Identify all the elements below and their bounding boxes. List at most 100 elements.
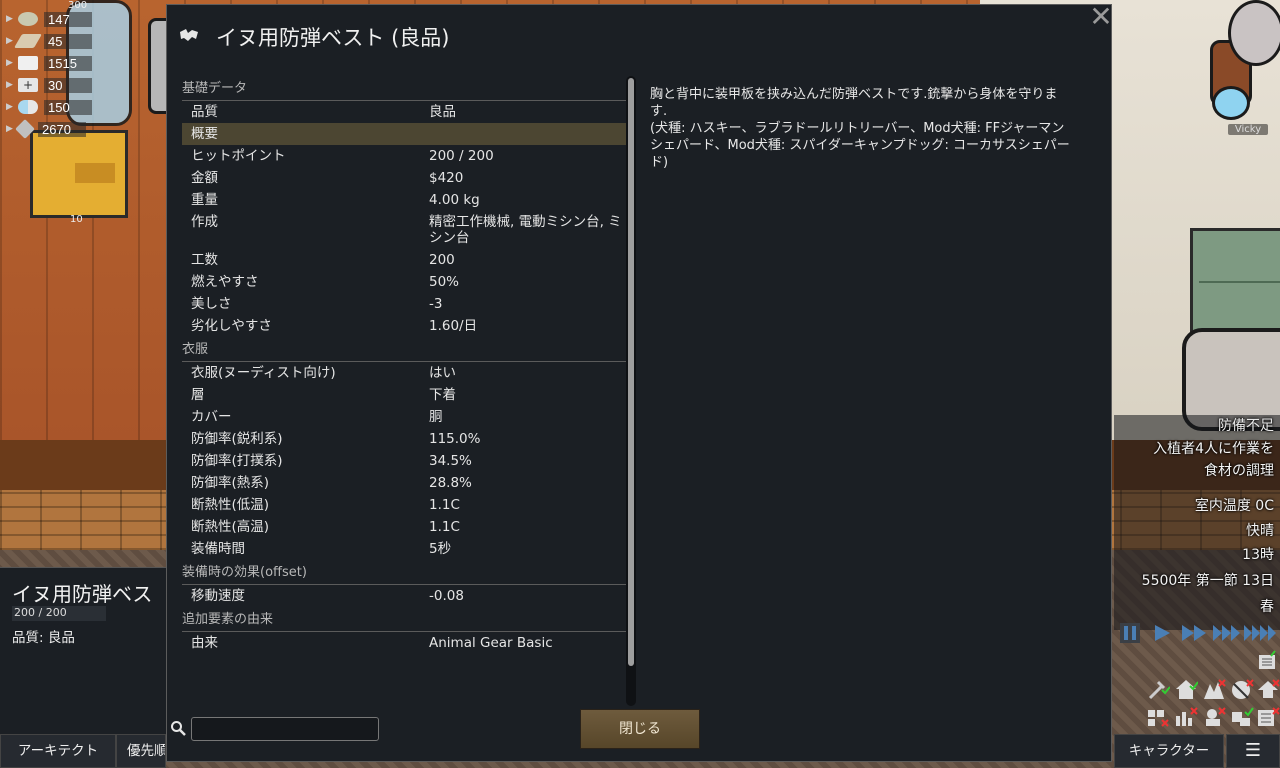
season-readout: 春 — [1260, 599, 1274, 615]
expand-zone-icon[interactable] — [1230, 706, 1254, 728]
fire-icon[interactable] — [1202, 678, 1226, 700]
stat-row[interactable]: 由来 Animal Gear Basic — [182, 632, 626, 654]
architect-button[interactable]: アーキテクト — [0, 734, 116, 768]
dresser[interactable] — [1190, 228, 1280, 344]
stat-row[interactable]: 防御率(打撲系) 34.5% — [182, 450, 626, 472]
stat-row[interactable]: 防御率(鋭利系) 115.0% — [182, 428, 626, 450]
colonist-name-label[interactable]: Vicky — [1228, 124, 1268, 135]
menu-icon[interactable]: ☰ — [1226, 734, 1280, 768]
expand-arrow-icon[interactable]: ▶ — [6, 102, 14, 112]
stat-row[interactable]: 防御率(熱系) 28.8% — [182, 472, 626, 494]
expand-arrow-icon[interactable]: ▶ — [6, 80, 14, 90]
stat-value: 1.60/日 — [429, 318, 478, 334]
stat-label: 装備時間 — [191, 541, 245, 557]
time-readout: 13時 — [1242, 547, 1274, 563]
resource-row[interactable]: ▶ 150 — [6, 96, 116, 118]
stat-row[interactable]: 品質 良品 — [182, 101, 626, 123]
wood-icon — [13, 34, 43, 48]
home-icon[interactable] — [1174, 678, 1198, 700]
stat-row[interactable]: 燃えやすさ 50% — [182, 271, 626, 293]
stat-value: 200 / 200 — [429, 148, 494, 164]
search-input[interactable] — [191, 717, 379, 741]
expand-arrow-icon[interactable]: ▶ — [6, 58, 14, 68]
crate-count: 10 — [70, 214, 83, 225]
alert-idle-colonists[interactable]: 入植者4人に作業を — [1153, 438, 1274, 458]
stat-row[interactable]: 装備時間 5秒 — [182, 538, 626, 560]
stat-label: 金額 — [191, 170, 218, 186]
stockpile-crate[interactable] — [30, 130, 128, 218]
roof-icon[interactable] — [1256, 678, 1280, 700]
learning-helper-icon[interactable] — [1256, 650, 1280, 672]
auto-home-area-icon[interactable] — [1146, 678, 1170, 700]
stat-row[interactable]: 金額 $420 — [182, 167, 626, 189]
priority-button[interactable]: 優先順 — [116, 734, 166, 768]
stat-label: 防御率(打撲系) — [191, 453, 283, 469]
stat-label: 断熱性(高温) — [191, 519, 270, 535]
stat-category-header: 衣服 — [182, 339, 626, 362]
pause-icon[interactable] — [1120, 623, 1140, 643]
alert-cooking[interactable]: 食材の調理 — [1204, 460, 1274, 480]
stat-row[interactable]: 美しさ -3 — [182, 293, 626, 315]
schedule-icon[interactable] — [1256, 706, 1280, 728]
stat-row[interactable]: 衣服(ヌーディスト向け) はい — [182, 362, 626, 384]
stat-value: 下着 — [429, 387, 456, 403]
play-icon[interactable] — [1152, 623, 1172, 643]
stat-label: 移動速度 — [191, 588, 245, 604]
resource-row[interactable]: ▶ 45 — [6, 30, 116, 52]
resource-row[interactable]: ▶ 2670 — [6, 118, 116, 140]
ultrafast-icon[interactable] — [1244, 623, 1276, 643]
superfast-icon[interactable] — [1212, 623, 1242, 643]
fast-forward-icon[interactable] — [1180, 623, 1208, 643]
resource-value: 45 — [44, 33, 92, 49]
stat-label: 劣化しやすさ — [191, 318, 272, 334]
colonist-head[interactable] — [1228, 0, 1280, 66]
tools-icon — [15, 119, 35, 139]
search-icon — [171, 721, 186, 736]
stat-label: 重量 — [191, 192, 218, 208]
stat-row[interactable]: 劣化しやすさ 1.60/日 — [182, 315, 626, 337]
stats-icon[interactable] — [1174, 706, 1198, 728]
stat-row[interactable]: 断熱性(高温) 1.1C — [182, 516, 626, 538]
stat-label: ヒットポイント — [191, 148, 286, 164]
dog-vest-icon — [180, 29, 198, 41]
stat-row[interactable]: 工数 200 — [182, 249, 626, 271]
expand-arrow-icon[interactable]: ▶ — [6, 14, 14, 24]
stat-row[interactable]: ヒットポイント 200 / 200 — [182, 145, 626, 167]
stat-row[interactable]: 概要 — [182, 123, 626, 145]
weather-readout: 快晴 — [1246, 523, 1274, 539]
resource-row[interactable]: ▶ + 30 — [6, 74, 116, 96]
scrollbar-thumb[interactable] — [628, 78, 634, 666]
indoor-temperature: 室内温度 0C — [1194, 498, 1274, 514]
dialog-title: イヌ用防弾ベスト (良品) — [216, 26, 450, 50]
beauty-icon[interactable] — [1202, 706, 1226, 728]
stat-row[interactable]: 作成 精密工作機械, 電動ミシン台, ミシン台 — [182, 211, 626, 249]
close-button[interactable]: 閉じる — [580, 709, 700, 749]
stat-category-header: 追加要素の由来 — [182, 609, 626, 632]
resource-value: 1515 — [44, 55, 92, 71]
stat-value: 34.5% — [429, 453, 472, 469]
close-icon[interactable]: ✕ — [1088, 3, 1114, 31]
stat-value: 胴 — [429, 409, 443, 425]
stat-row[interactable]: 重量 4.00 kg — [182, 189, 626, 211]
stat-row[interactable]: カバー 胴 — [182, 406, 626, 428]
stat-value: $420 — [429, 170, 464, 186]
stat-label: カバー — [191, 409, 232, 425]
stat-value: 1.1C — [429, 519, 460, 535]
stat-label: 防御率(熱系) — [191, 475, 270, 491]
inspect-pane: イヌ用防弾ベス 200 / 200 品質: 良品 — [0, 567, 167, 734]
stat-row[interactable]: 移動速度 -0.08 — [182, 585, 626, 607]
stat-category-header: 装備時の効果(offset) — [182, 562, 626, 585]
stat-label: 層 — [191, 387, 205, 403]
expand-arrow-icon[interactable]: ▶ — [6, 36, 14, 46]
stat-row[interactable]: 断熱性(低温) 1.1C — [182, 494, 626, 516]
zone-icon[interactable] — [1146, 706, 1170, 728]
resource-value: 30 — [44, 77, 92, 93]
resource-row[interactable]: ▶ 147 — [6, 8, 116, 30]
world-icon[interactable] — [1230, 678, 1254, 700]
resource-row[interactable]: ▶ 1515 — [6, 52, 116, 74]
character-button[interactable]: キャラクター — [1114, 734, 1224, 768]
expand-arrow-icon[interactable]: ▶ — [6, 124, 14, 134]
alert-defense[interactable]: 防備不足 — [1218, 415, 1274, 435]
stat-label: 断熱性(低温) — [191, 497, 270, 513]
stat-row[interactable]: 層 下着 — [182, 384, 626, 406]
